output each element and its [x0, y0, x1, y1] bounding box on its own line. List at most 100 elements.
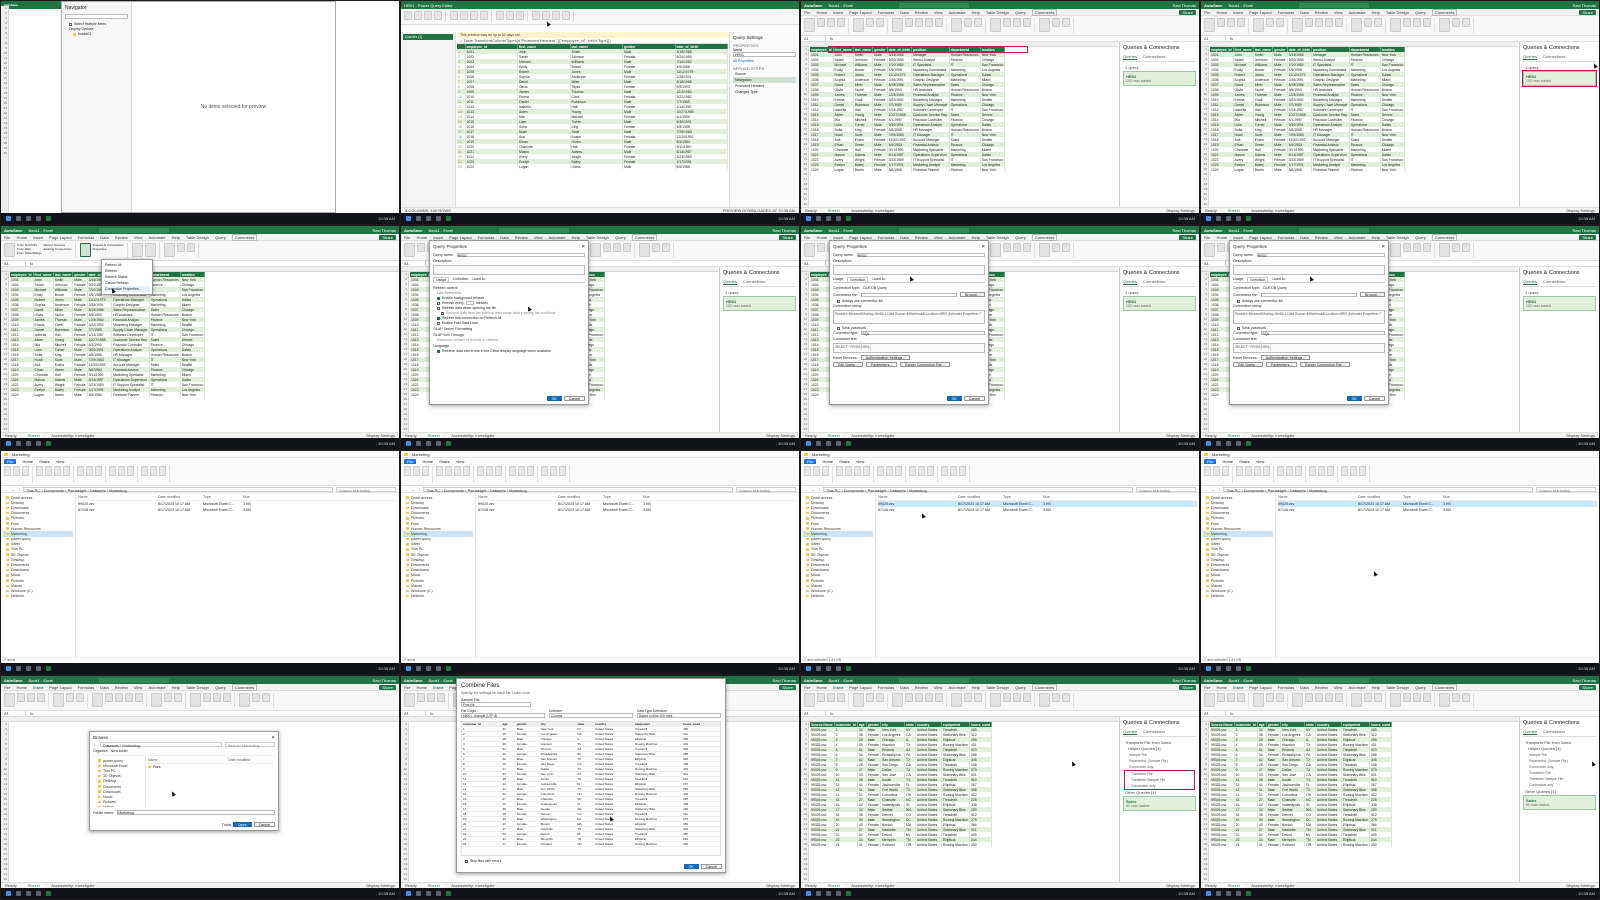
skip-errors-checkbox[interactable]: Skip files with errors	[465, 859, 721, 863]
nav-item[interactable]: Videos	[95, 805, 143, 807]
table-cell[interactable]: Marketing Coordinator	[1311, 67, 1350, 72]
table-cell[interactable]: San Francisco	[1380, 157, 1406, 162]
ribbon-button[interactable]	[252, 693, 260, 702]
tab-queries[interactable]: Queries	[1123, 729, 1138, 735]
ribbon-button[interactable]	[876, 693, 884, 702]
table-cell[interactable]: San Francisco	[180, 332, 206, 337]
ribbon-button[interactable]	[822, 466, 829, 476]
table-cell[interactable]: Female	[872, 147, 888, 152]
connection-string-field[interactable]: Provider=Microsoft.Mashup.OleDb.1;Data S…	[833, 310, 985, 324]
ribbon-button[interactable]	[927, 466, 934, 476]
ribbon-button[interactable]	[414, 11, 422, 20]
table-cell[interactable]: Human Resources	[1349, 87, 1381, 92]
description-input[interactable]	[433, 265, 585, 275]
menu-home[interactable]: Home	[416, 685, 427, 690]
menu-file[interactable]: File	[4, 685, 10, 690]
file-explorer-icon[interactable]	[436, 441, 441, 446]
tab-connections[interactable]: Connections	[1543, 729, 1565, 735]
forward-icon[interactable]: →	[11, 487, 15, 492]
table-cell[interactable]: Customer Service Rep	[111, 337, 150, 342]
excel-app-icon[interactable]	[446, 216, 451, 221]
search-box[interactable]	[1299, 227, 1370, 233]
menu-view[interactable]: View	[1334, 10, 1343, 15]
menu-page-layout[interactable]: Page Layout	[849, 685, 871, 690]
ribbon-button[interactable]	[509, 466, 516, 476]
ribbon-button[interactable]	[127, 466, 134, 476]
task-view-icon[interactable]	[26, 891, 31, 896]
table-cell[interactable]: Female	[866, 772, 882, 777]
table-cell[interactable]: New York	[1380, 167, 1406, 172]
windows-start-icon[interactable]	[1206, 891, 1211, 896]
explorer-tab[interactable]: Share	[1239, 459, 1250, 464]
ribbon-button[interactable]	[863, 466, 870, 476]
file-name[interactable]: 87148.csv	[78, 508, 158, 512]
table-cell[interactable]: Female	[72, 387, 88, 392]
table-cell[interactable]: Female	[866, 732, 882, 737]
task-view-icon[interactable]	[1226, 216, 1231, 221]
share-button[interactable]: Share	[379, 234, 396, 240]
file-row[interactable]: 87148.csv 8/17/2023 10:17 AM Microsoft Exc…	[78, 507, 397, 513]
table-cell[interactable]: Female	[72, 352, 88, 357]
menu-query[interactable]: Query	[1015, 685, 1026, 690]
file-explorer-icon[interactable]	[1236, 441, 1241, 446]
column-header[interactable]: gender	[1272, 47, 1288, 52]
table-cell[interactable]: 99025.csv	[1210, 842, 1235, 847]
menu-view[interactable]: View	[934, 685, 943, 690]
table-cell[interactable]: Customer Service Rep	[911, 112, 950, 117]
save-password-checkbox[interactable]: Save password	[837, 326, 985, 330]
table-cell[interactable]: Financial Planner	[911, 167, 950, 172]
excel-app-icon[interactable]	[846, 666, 851, 671]
ribbon-button[interactable]	[454, 466, 461, 476]
ribbon-button[interactable]	[1204, 243, 1215, 257]
ribbon-button[interactable]	[1423, 18, 1431, 27]
ribbon-button[interactable]	[892, 18, 903, 32]
table-cell[interactable]: United States	[915, 842, 942, 847]
table-cell[interactable]: Female	[1272, 67, 1288, 72]
col-size[interactable]: Size	[1443, 495, 1450, 499]
name-box[interactable]: A1	[804, 261, 826, 266]
column-header[interactable]: last_name	[1253, 47, 1274, 52]
save-password-checkbox[interactable]: Save password	[1237, 326, 1385, 330]
select-multiple-checkbox[interactable]: Select multiple items	[69, 22, 128, 26]
menu-query[interactable]: Query	[1015, 10, 1026, 15]
excel-app-icon[interactable]	[846, 891, 851, 896]
ribbon-button[interactable]	[918, 466, 925, 476]
display-options-dropdown[interactable]: Display Options	[69, 27, 128, 31]
table-cell[interactable]: San Francisco	[180, 382, 206, 387]
menu-view[interactable]: View	[934, 10, 943, 15]
share-button[interactable]: Share	[1179, 684, 1196, 690]
tab-connections[interactable]: Connections	[1143, 279, 1165, 285]
table-cell[interactable]: Operations Supervisor	[111, 377, 150, 382]
ribbon-button[interactable]	[150, 466, 157, 476]
name-box[interactable]: A1	[1204, 261, 1226, 266]
menu-home[interactable]: Home	[816, 685, 827, 690]
ribbon-button[interactable]	[1462, 18, 1470, 27]
search-icon[interactable]	[816, 216, 821, 221]
table-cell[interactable]: Female	[872, 137, 888, 142]
table-cell[interactable]: Human Resources	[149, 352, 181, 357]
table-cell[interactable]: Sales Representative	[111, 307, 150, 312]
menu-review[interactable]: Review	[915, 685, 928, 690]
menu-automate[interactable]: Automate	[948, 10, 965, 15]
task-view-icon[interactable]	[1226, 441, 1231, 446]
table-cell[interactable]: Female	[1272, 77, 1288, 82]
table-cell[interactable]: San Francisco	[980, 107, 1006, 112]
tab-usage[interactable]: Usage	[1233, 277, 1243, 282]
ribbon-button[interactable]	[4, 466, 11, 476]
menu-home[interactable]: Home	[816, 10, 827, 15]
table-cell[interactable]: Supply Chain Manager	[1311, 102, 1350, 107]
ribbon-button[interactable]	[804, 693, 815, 707]
autosave-label[interactable]: AutoSave	[1204, 228, 1222, 233]
table-cell[interactable]: Female	[872, 67, 888, 72]
search-input[interactable]: Search Marketing	[1136, 486, 1196, 493]
table-cell[interactable]: Supply Chain Manager	[911, 102, 950, 107]
menu-table-design[interactable]: Table Design	[186, 685, 209, 690]
autosave-label[interactable]: AutoSave	[804, 228, 822, 233]
col-size[interactable]: Size	[243, 495, 250, 499]
query-group[interactable]: Other Queries [1]	[1525, 789, 1596, 794]
tab-used-in[interactable]: Used In	[1272, 277, 1284, 282]
ribbon-button[interactable]	[1390, 18, 1401, 32]
ribbon-button[interactable]	[22, 466, 29, 476]
ribbon-button[interactable]	[603, 243, 611, 252]
search-icon[interactable]	[416, 441, 421, 446]
